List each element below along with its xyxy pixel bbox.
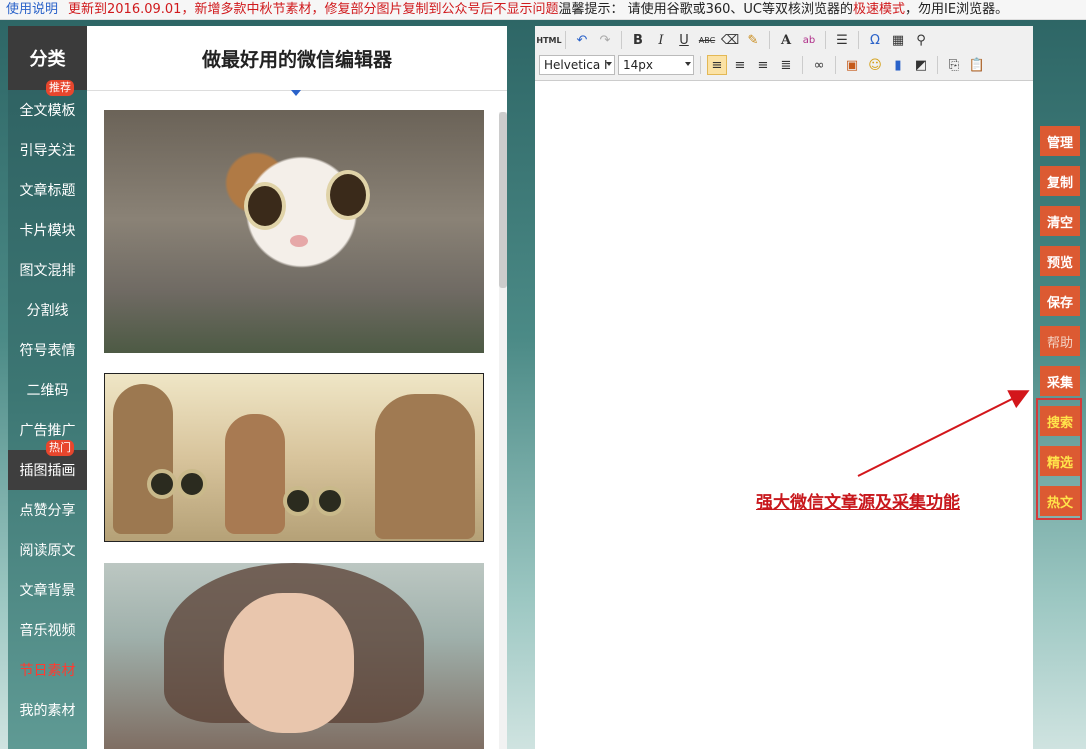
- annotation-arrow: [857, 390, 1030, 477]
- annotation-caption: 强大微信文章源及采集功能: [756, 493, 960, 513]
